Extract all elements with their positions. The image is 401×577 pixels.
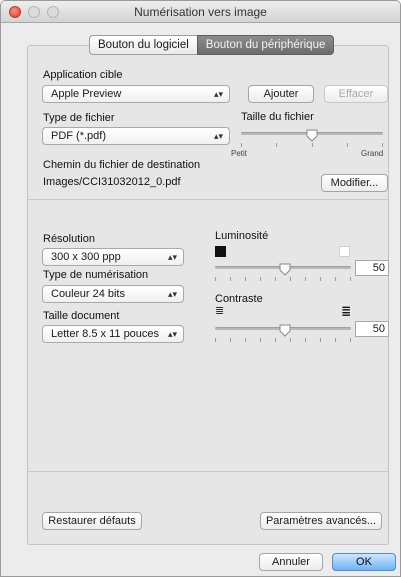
brightness-value-field[interactable]: 50 (355, 260, 389, 276)
contrast-value-field[interactable]: 50 (355, 321, 389, 337)
file-type-select[interactable]: PDF (*.pdf) ▴▾ (42, 127, 230, 145)
document-size-select[interactable]: Letter 8.5 x 11 pouces ▴▾ (42, 325, 184, 343)
destination-label: Chemin du fichier de destination (43, 159, 201, 171)
window-title: Numérisation vers image (134, 5, 267, 19)
contrast-slider-thumb[interactable] (279, 324, 291, 337)
document-size-label: Taille document (43, 310, 120, 322)
brightness-ticks (215, 277, 351, 282)
select-arrows-icon: ▴▾ (213, 131, 223, 141)
low-contrast-icon: ≣ (215, 305, 225, 317)
resolution-label: Résolution (43, 233, 95, 245)
high-contrast-icon: ≣ (341, 304, 352, 318)
tab-device-button[interactable]: Bouton du périphérique (196, 35, 335, 55)
scan-type-label: Type de numérisation (43, 269, 149, 281)
scan-type-value: Couleur 24 bits (51, 288, 125, 300)
resolution-value: 300 x 300 ppp (51, 251, 121, 263)
select-arrows-icon: ▴▾ (167, 252, 177, 262)
select-arrows-icon: ▴▾ (167, 289, 177, 299)
section-divider (28, 199, 388, 200)
file-size-ticks (241, 143, 383, 148)
target-app-label: Application cible (43, 69, 123, 81)
file-type-label: Type de fichier (43, 112, 115, 124)
scan-to-image-window: Numérisation vers image Bouton du logici… (0, 0, 401, 577)
tab-software-button[interactable]: Bouton du logiciel (89, 35, 197, 55)
select-arrows-icon: ▴▾ (213, 89, 223, 99)
target-app-value: Apple Preview (51, 88, 122, 100)
restore-defaults-button[interactable]: Restaurer défauts (42, 512, 142, 530)
ok-button[interactable]: OK (332, 553, 396, 571)
file-size-max-label: Grand (361, 149, 384, 158)
scan-type-select[interactable]: Couleur 24 bits ▴▾ (42, 285, 184, 303)
file-size-min-label: Petit (231, 149, 248, 158)
file-size-label: Taille du fichier (241, 111, 314, 123)
modify-button[interactable]: Modifier... (321, 174, 388, 192)
title-bar: Numérisation vers image (1, 1, 400, 23)
select-arrows-icon: ▴▾ (167, 329, 177, 339)
brightness-label: Luminosité (215, 230, 269, 242)
cancel-button[interactable]: Annuler (259, 553, 323, 571)
file-type-value: PDF (*.pdf) (51, 130, 107, 142)
delete-button[interactable]: Effacer (324, 85, 388, 103)
destination-path: Images/CCI31032012_0.pdf (43, 176, 181, 188)
add-button[interactable]: Ajouter (248, 85, 314, 103)
dark-swatch-icon (215, 246, 226, 257)
light-swatch-icon (339, 246, 350, 257)
footer-divider (28, 471, 388, 472)
contrast-ticks (215, 338, 351, 343)
document-size-value: Letter 8.5 x 11 pouces (51, 328, 160, 340)
target-app-select[interactable]: Apple Preview ▴▾ (42, 85, 230, 103)
tab-bar: Bouton du logiciel Bouton du périphériqu… (89, 35, 335, 55)
contrast-label: Contraste (215, 293, 263, 305)
brightness-slider-thumb[interactable] (279, 263, 291, 276)
resolution-select[interactable]: 300 x 300 ppp ▴▾ (42, 248, 184, 266)
advanced-settings-button[interactable]: Paramètres avancés... (260, 512, 382, 530)
file-size-slider-thumb[interactable] (306, 129, 318, 142)
